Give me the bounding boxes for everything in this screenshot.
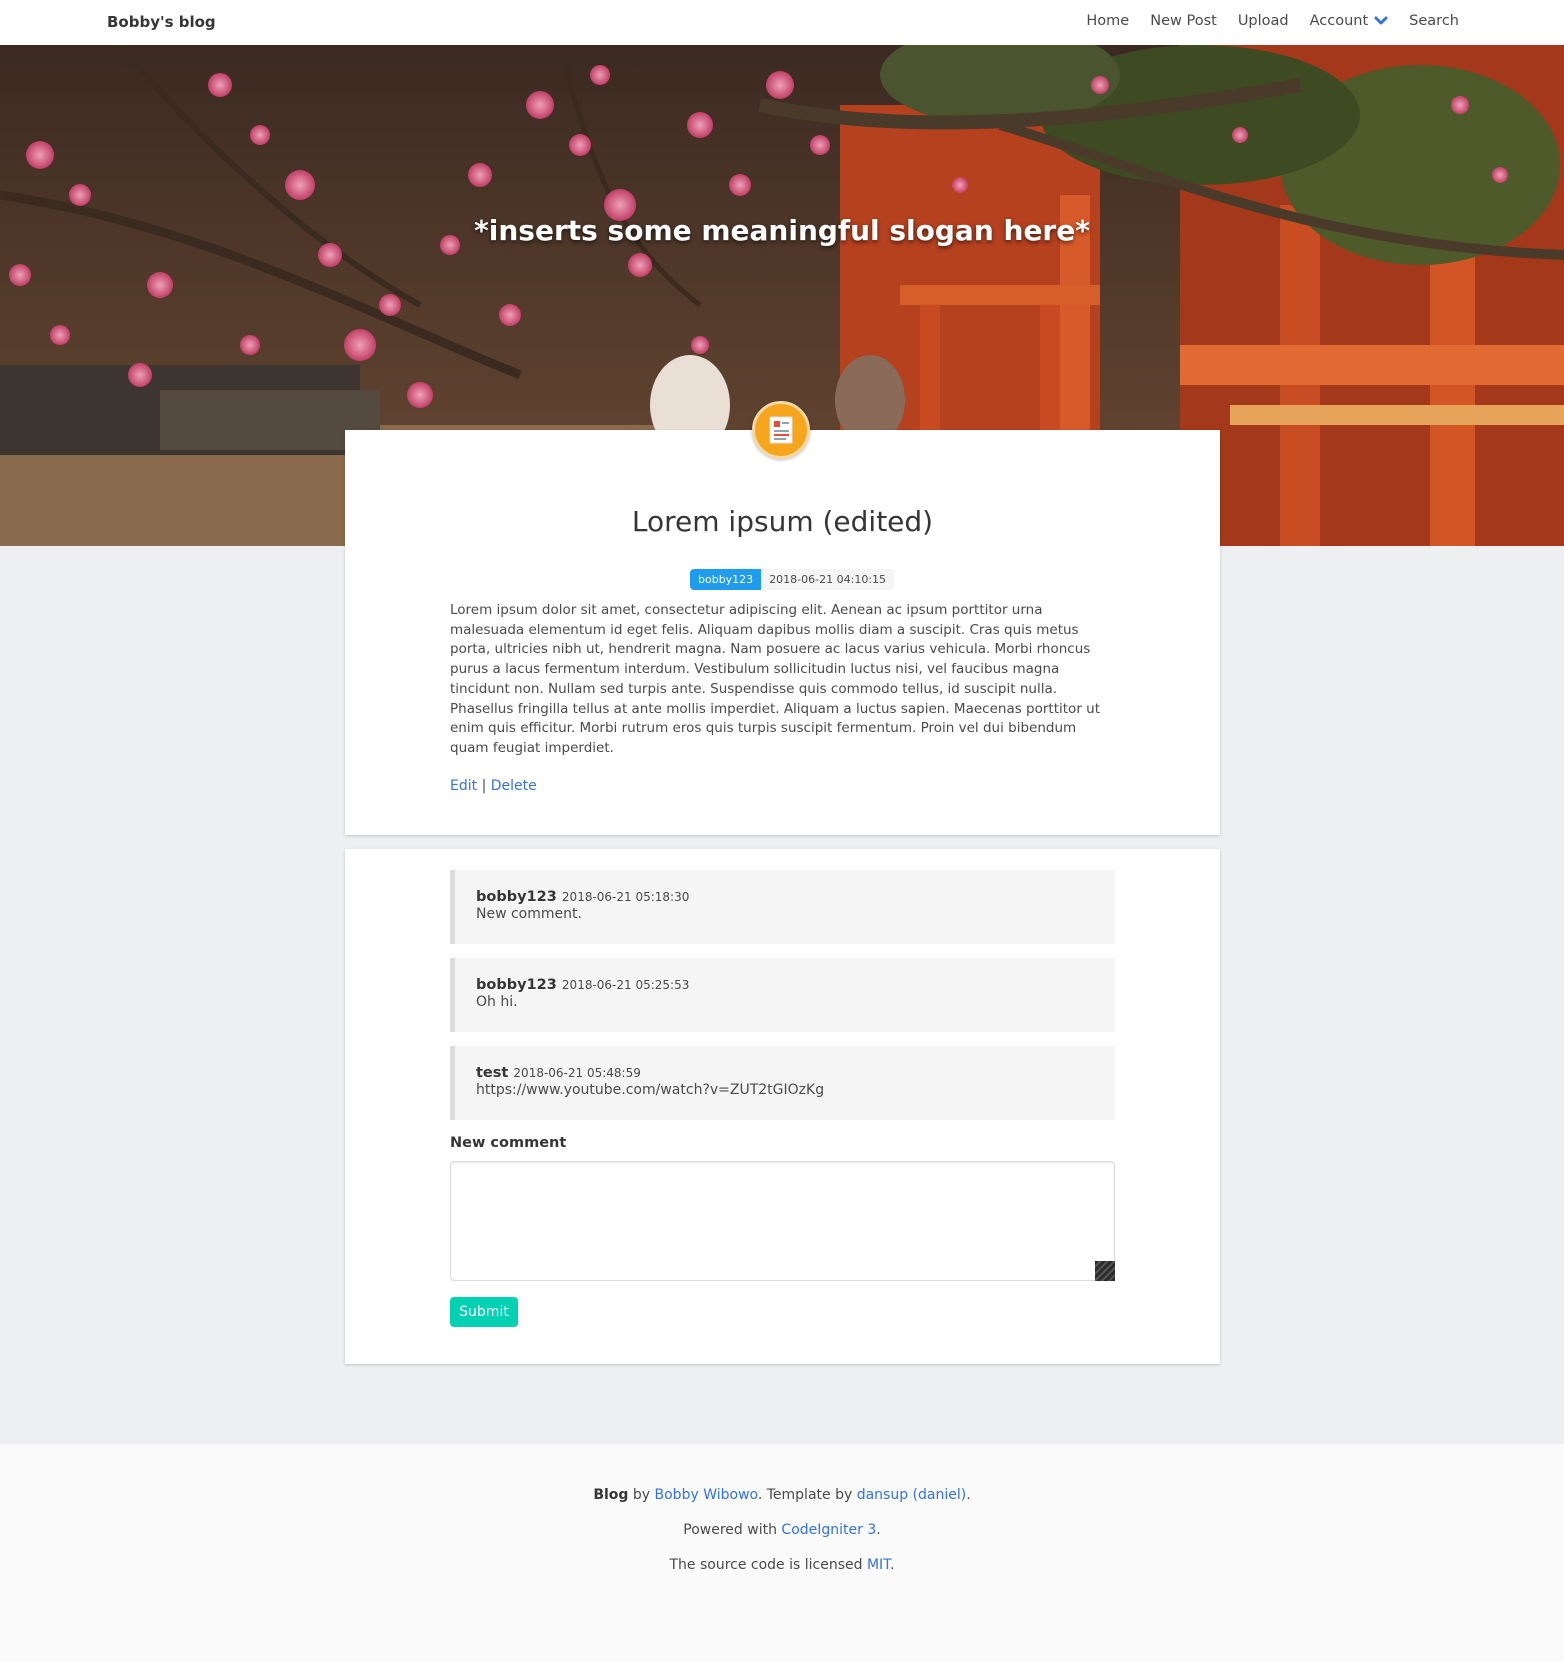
actions-separator: | [481, 778, 487, 794]
post-avatar [752, 401, 810, 459]
post-title: Lorem ipsum (edited) [631, 505, 934, 538]
resize-grip-icon[interactable] [1095, 1261, 1115, 1281]
comment-date: 2018-06-21 05:25:53 [561, 978, 690, 992]
footer-codeigniter-link[interactable]: CodeIgniter 3 [781, 1522, 876, 1538]
nav-menu: Home New Post Upload Account Search [1086, 13, 1459, 29]
nav-search[interactable]: Search [1409, 13, 1459, 29]
nav-account-label: Account [1309, 13, 1369, 29]
post-actions: Edit | Delete [450, 778, 537, 794]
hero-slogan: *inserts some meaningful slogan here* [474, 214, 1090, 247]
comment-date: 2018-06-21 05:48:59 [513, 1066, 641, 1080]
brand-logo[interactable]: Bobby's blog [107, 13, 216, 31]
footer-license: The source code is licensed MIT. [0, 1557, 1564, 1573]
new-comment-textarea[interactable] [450, 1161, 1115, 1281]
footer-line1-end: . [966, 1487, 971, 1503]
nav-new-post[interactable]: New Post [1150, 13, 1217, 29]
submit-button[interactable]: Submit [450, 1297, 518, 1327]
comment-item: test 2018-06-21 05:48:59 https://www.you… [450, 1046, 1115, 1120]
edit-link[interactable]: Edit [450, 778, 477, 794]
footer-mit-link[interactable]: MIT [867, 1557, 890, 1573]
comment-text: https://www.youtube.com/watch?v=ZUT2tGIO… [476, 1082, 825, 1098]
nav-home[interactable]: Home [1086, 13, 1129, 29]
footer-blog-label: Blog [593, 1487, 629, 1503]
comment-author: test [476, 1065, 509, 1081]
footer: Blog by Bobby Wibowo. Template by dansup… [0, 1444, 1564, 1662]
document-icon [769, 416, 793, 444]
comment-author: bobby123 [476, 889, 557, 905]
footer-powered-text: Powered with [683, 1522, 777, 1538]
footer-line3-end: . [890, 1557, 895, 1573]
post-card: Lorem ipsum (edited) bobby123 2018-06-21… [345, 430, 1220, 835]
post-meta-tags: bobby123 2018-06-21 04:10:15 [690, 569, 895, 590]
post-body: Lorem ipsum dolor sit amet, consectetur … [450, 602, 1101, 756]
comment-author: bobby123 [476, 977, 557, 993]
footer-license-text: The source code is licensed [669, 1557, 863, 1573]
comment-text: Oh hi. [476, 994, 518, 1010]
comment-item: bobby123 2018-06-21 05:25:53 Oh hi. [450, 958, 1115, 1032]
footer-author-link[interactable]: Bobby Wibowo [655, 1487, 758, 1503]
footer-credits: Blog by Bobby Wibowo. Template by dansup… [0, 1487, 1564, 1503]
footer-template-text: . Template by [757, 1487, 853, 1503]
chevron-down-icon [1374, 16, 1388, 25]
nav-account[interactable]: Account [1310, 13, 1389, 29]
comment-date: 2018-06-21 05:18:30 [561, 890, 690, 904]
comment-text: New comment. [476, 906, 582, 922]
navbar: Bobby's blog Home New Post Upload Accoun… [0, 0, 1564, 45]
footer-line2-end: . [876, 1522, 881, 1538]
footer-powered: Powered with CodeIgniter 3. [0, 1522, 1564, 1538]
post-author-tag: bobby123 [690, 569, 762, 590]
footer-template-link[interactable]: dansup (daniel) [857, 1487, 967, 1503]
delete-link[interactable]: Delete [491, 778, 537, 794]
comment-item: bobby123 2018-06-21 05:18:30 New comment… [450, 870, 1115, 944]
footer-by-text: by [632, 1487, 651, 1503]
comments-card: bobby123 2018-06-21 05:18:30 New comment… [345, 849, 1220, 1364]
post-date-tag: 2018-06-21 04:10:15 [761, 569, 895, 590]
new-comment-label: New comment [450, 1135, 567, 1151]
nav-upload[interactable]: Upload [1238, 13, 1289, 29]
